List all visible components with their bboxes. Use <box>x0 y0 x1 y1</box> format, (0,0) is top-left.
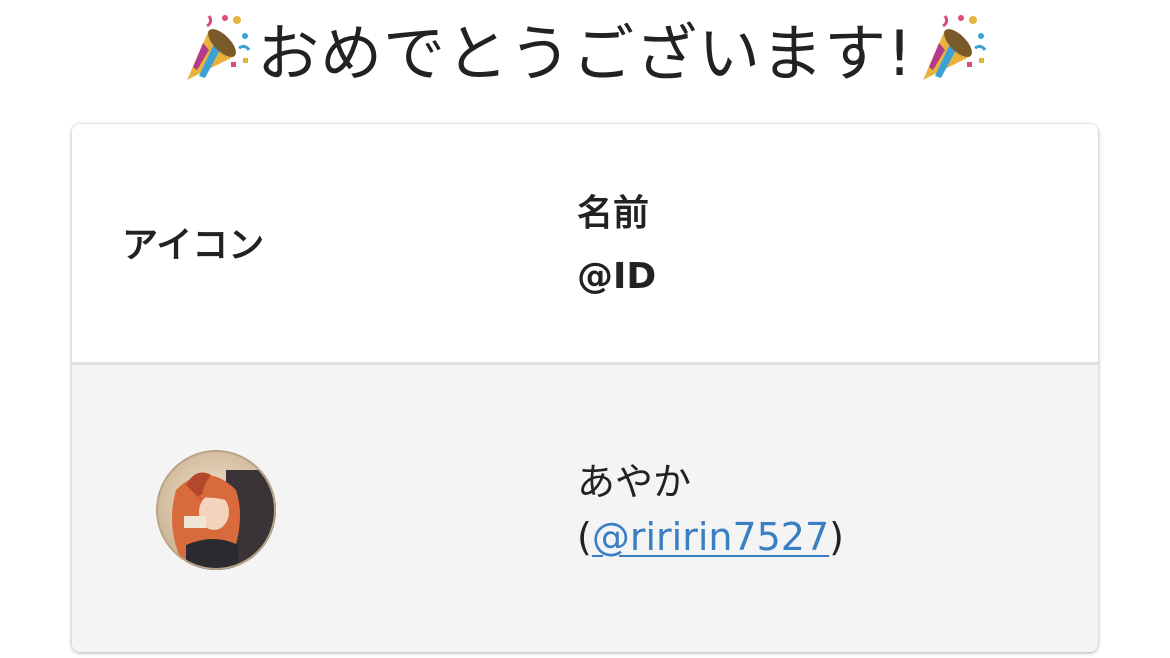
table-header-row: アイコン 名前 @ID <box>72 124 1098 362</box>
table-row: あやか (@riririn7527) <box>72 365 1098 652</box>
page-title: おめでとうございます! <box>0 0 1170 95</box>
handle-open-paren: ( <box>577 515 592 559</box>
user-handle-link[interactable]: @riririn7527 <box>592 515 829 559</box>
user-avatar[interactable] <box>156 450 276 570</box>
title-text: おめでとうございます! <box>257 16 913 90</box>
header-id: @ID <box>577 256 657 297</box>
header-icon: アイコン <box>122 225 265 266</box>
winner-table: アイコン 名前 @ID あやか (@riririn7527) <box>72 124 1098 652</box>
party-popper-icon <box>922 14 987 80</box>
header-name: 名前 <box>577 193 650 234</box>
user-name: あやか <box>577 460 692 504</box>
user-handle: (@riririn7527) <box>577 515 844 559</box>
handle-close-paren: ) <box>829 515 844 559</box>
party-popper-icon <box>187 14 251 80</box>
